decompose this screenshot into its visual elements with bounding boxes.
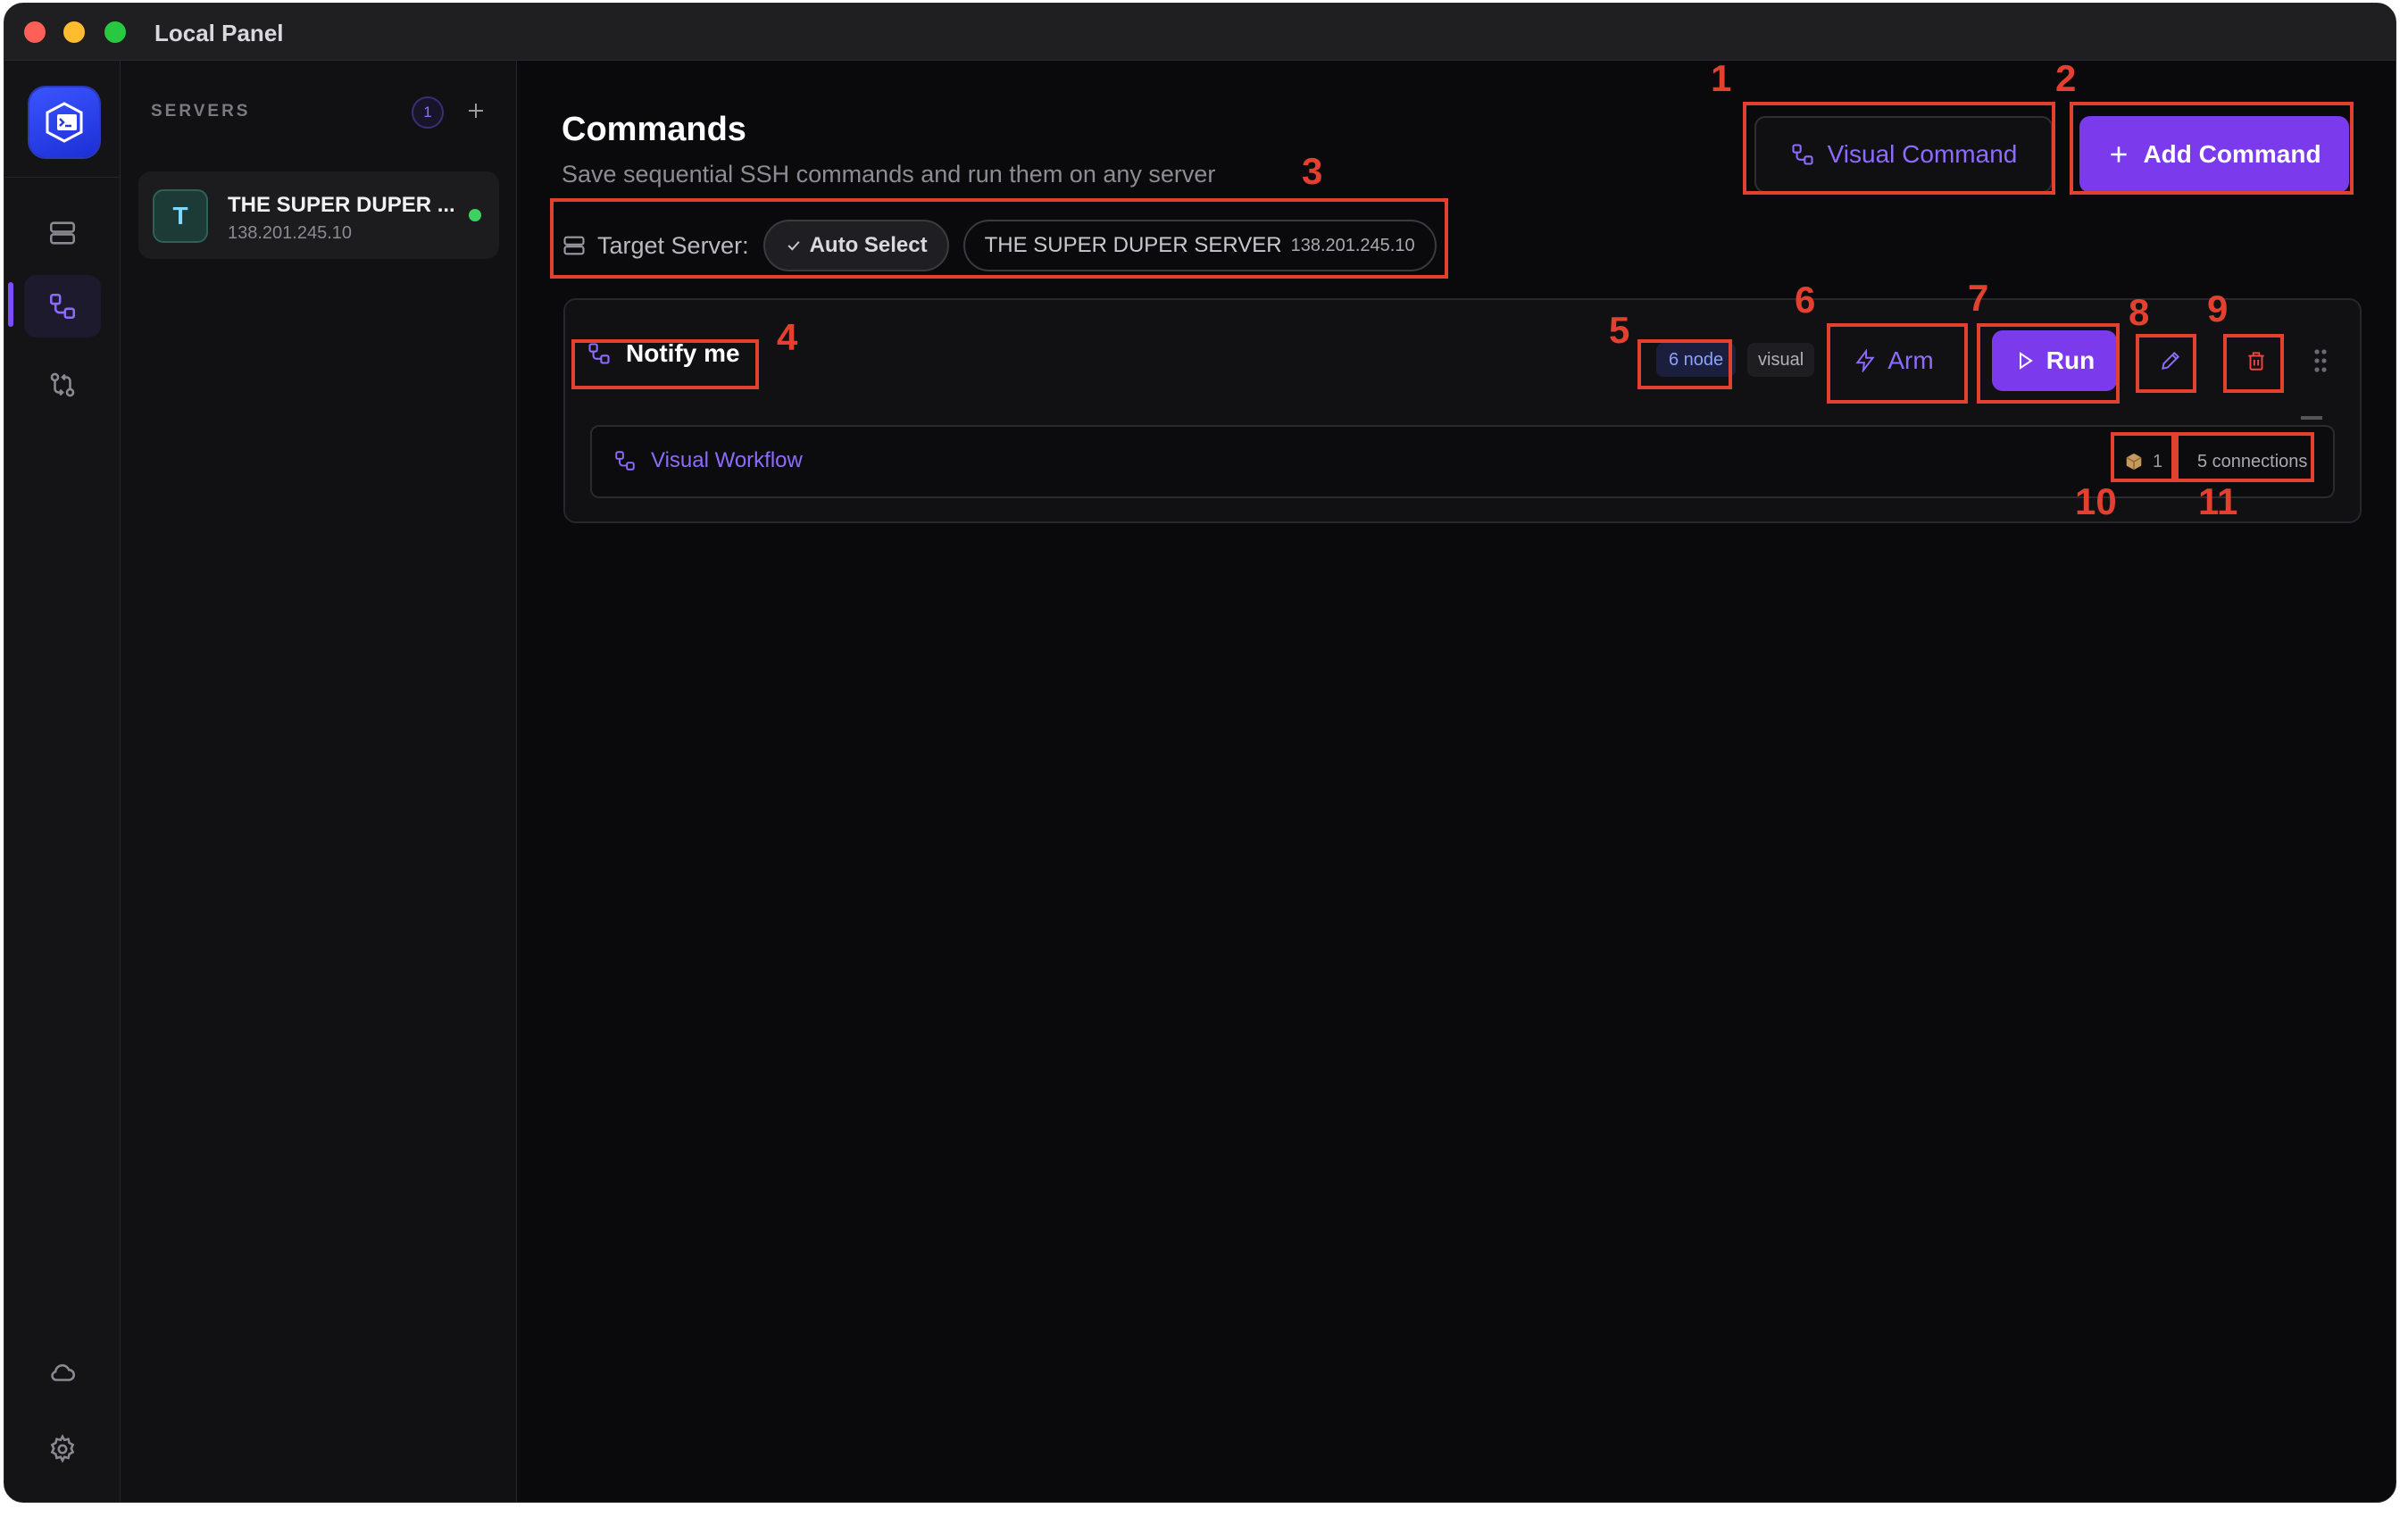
annotation-box-1 — [1743, 102, 2055, 195]
server-name: THE SUPER DUPER ... — [228, 193, 455, 217]
workflow-icon — [615, 451, 635, 471]
annotation-number-11: 11 — [2198, 480, 2238, 522]
server-status-dot — [469, 209, 481, 221]
annotation-number-6: 6 — [1795, 279, 1816, 321]
title-bar: Local Panel — [4, 4, 2396, 61]
annotation-box-9 — [2223, 334, 2284, 393]
cloud-icon — [51, 1363, 75, 1381]
workflow-label: Visual Workflow — [651, 448, 803, 472]
nav-settings-button[interactable] — [24, 1418, 101, 1480]
nav-servers-button[interactable] — [24, 202, 101, 264]
command-type-tag: visual — [1747, 343, 1815, 377]
nav-cloud-button[interactable] — [24, 1341, 101, 1404]
rail-active-indicator — [8, 282, 13, 327]
server-list-item[interactable]: T THE SUPER DUPER ... 138.201.245.10 — [138, 171, 499, 259]
rail-divider — [4, 177, 121, 178]
collapse-handle[interactable] — [2301, 416, 2322, 420]
add-server-button[interactable] — [458, 93, 494, 129]
annotation-number-4: 4 — [777, 316, 798, 358]
annotation-number-2: 2 — [2055, 57, 2077, 99]
annotation-number-8: 8 — [2129, 291, 2150, 333]
gear-icon — [50, 1434, 75, 1463]
workflow-row[interactable]: Visual Workflow 1 5 connections — [590, 425, 2335, 498]
annotation-box-10 — [2111, 432, 2175, 482]
annotation-box-8 — [2136, 334, 2196, 393]
minimize-window-button[interactable] — [63, 21, 85, 43]
nav-rail — [4, 61, 121, 1502]
annotation-number-7: 7 — [1968, 277, 1989, 319]
workflow-label-row: Visual Workflow — [613, 448, 803, 473]
page-subtitle: Save sequential SSH commands and run the… — [562, 161, 1216, 188]
annotation-box-11 — [2175, 432, 2314, 482]
annotation-box-6 — [1827, 323, 1968, 404]
annotation-box-7 — [1977, 323, 2120, 404]
annotation-number-10: 10 — [2075, 480, 2117, 522]
servers-count-badge: 1 — [412, 96, 444, 129]
servers-heading: SERVERS — [151, 102, 251, 121]
annotation-box-3 — [550, 198, 1448, 279]
nav-transfer-button[interactable] — [24, 354, 101, 416]
page-title: Commands — [562, 111, 746, 148]
annotation-number-5: 5 — [1609, 309, 1630, 351]
server-avatar: T — [153, 189, 208, 243]
annotation-box-4 — [571, 339, 759, 389]
server-ip: 138.201.245.10 — [228, 223, 353, 243]
servers-panel: SERVERS 1 T THE SUPER DUPER ... 138.201.… — [121, 61, 517, 1502]
workflow-icon — [49, 293, 76, 320]
zoom-window-button[interactable] — [104, 21, 126, 43]
annotation-box-5 — [1637, 339, 1732, 389]
annotation-number-9: 9 — [2207, 288, 2229, 329]
server-stack-icon — [49, 221, 76, 245]
plus-icon — [469, 104, 483, 118]
close-window-button[interactable] — [24, 21, 46, 43]
nav-commands-button[interactable] — [24, 275, 101, 338]
app-logo-icon[interactable] — [29, 88, 99, 157]
annotation-box-2 — [2070, 102, 2354, 195]
window-title: Local Panel — [154, 20, 284, 46]
annotation-number-3: 3 — [1302, 150, 1323, 192]
annotation-number-1: 1 — [1711, 57, 1732, 99]
drag-handle-icon[interactable] — [2312, 346, 2329, 375]
git-compare-icon — [50, 372, 75, 397]
